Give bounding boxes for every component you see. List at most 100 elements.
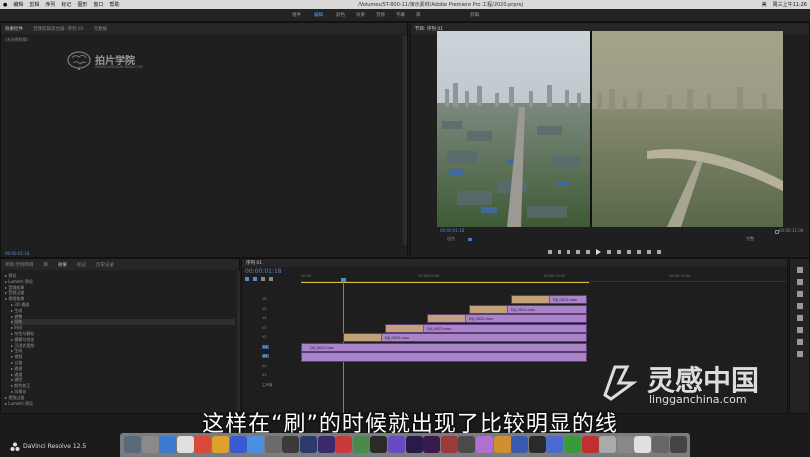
dvd-icon[interactable] [458,436,476,453]
tab-project[interactable]: 项目:示例项目 [5,262,34,268]
play-icon[interactable] [596,249,601,255]
notes-icon[interactable] [528,436,546,453]
add-marker-icon[interactable] [548,250,552,254]
finder-icon[interactable] [124,436,141,453]
keynote-icon[interactable] [493,436,511,453]
step-forward-icon[interactable] [607,250,611,254]
tab-metadata[interactable]: 元数据 [94,26,108,32]
text-tool-icon[interactable] [797,351,803,357]
slip-tool-icon[interactable] [797,315,803,321]
download-icon[interactable] [634,436,652,453]
launchpad-icon[interactable] [141,436,159,453]
tab-libraries[interactable]: 库 [44,262,49,268]
transition-effect[interactable] [470,305,508,313]
track-header[interactable]: A2 [262,364,267,368]
resolve-app-label[interactable]: DaVinci Resolve 12.5 [0,437,110,457]
hand-tool-icon[interactable] [797,339,803,345]
workspace-tab-assembly[interactable]: 组件 [292,12,301,18]
workspace-tab-editing[interactable]: 编辑 [314,12,323,18]
workspace-tab-captions[interactable]: 字幕 [396,12,405,18]
trash-icon[interactable] [652,436,669,453]
safari-icon[interactable] [159,436,177,453]
track-header[interactable]: A1 [262,354,269,358]
tab-effects[interactable]: 效果 [58,262,67,268]
tab-audio-mixer[interactable]: 音频剪辑混合器: 序列 01 [33,26,84,32]
step-back-icon[interactable] [586,250,590,254]
menu-graphics[interactable]: 图形 [77,1,87,8]
effects-tree-item[interactable]: ▸ Lumetri 预设 [5,401,33,407]
snap-icon[interactable] [245,277,249,281]
selection-tool-icon[interactable] [797,267,803,273]
compare-view-icon[interactable] [657,250,661,254]
linked-selection-icon[interactable] [253,277,257,281]
track-header[interactable]: V2 [262,335,267,339]
davinci-icon[interactable] [476,436,493,453]
folder-icon[interactable] [616,436,634,453]
calendar-icon[interactable] [176,436,194,453]
menu-edit[interactable]: 编辑 [13,1,23,8]
archive-icon[interactable] [599,436,617,453]
input-language[interactable]: 美 [762,1,767,8]
appstore-icon[interactable] [247,436,265,453]
tab-markers[interactable]: 标记 [77,262,86,268]
clapper-icon[interactable] [440,436,458,453]
track-header[interactable]: V5 [262,307,267,311]
wrench-timeline-icon[interactable] [269,277,273,281]
playhead-handle[interactable] [341,278,346,282]
workspace-tab-libraries[interactable]: 库 [416,12,421,18]
transition-effect[interactable] [428,315,466,322]
export-frame-icon[interactable] [647,250,651,254]
mark-out-icon[interactable] [567,250,570,254]
photobooth-icon[interactable] [335,436,353,453]
go-to-out-icon[interactable] [617,250,621,254]
menu-sequence[interactable]: 序列 [45,1,55,8]
word-icon[interactable] [511,436,529,453]
track-select-tool-icon[interactable] [797,279,803,285]
tab-history[interactable]: 历史记录 [96,262,114,268]
tab-sequence-01[interactable]: 序列 01 [246,260,262,266]
preview-icon[interactable] [546,436,564,453]
timeline-clip[interactable]: DJI_0022.mov [511,295,587,304]
extract-icon[interactable] [637,250,641,254]
timeline-ruler[interactable]: 00:00 00:00:05:00 00:00:10:00 00:00:15:0… [301,272,787,282]
effect-controls-timecode[interactable]: 00:00:01:18 [5,251,29,256]
excel-icon[interactable] [564,436,581,453]
timeline-timecode[interactable]: 00:00:01:18 [245,268,282,275]
tab-effect-controls[interactable]: 效果控件 [5,26,23,32]
photoshop-icon[interactable] [388,436,405,453]
program-timecode-in[interactable]: 00:00:01:18 [440,228,464,233]
program-fit-dropdown[interactable]: 适合 [447,236,455,242]
workspace-tab-audio[interactable]: 音频 [376,12,385,18]
lift-icon[interactable] [627,250,631,254]
aftereffects-icon[interactable] [423,436,441,453]
timeline-clip[interactable]: DJI_0022.mov [343,333,587,342]
wrench-icon[interactable] [775,230,779,234]
effect-controls-scrollbar[interactable] [403,35,407,245]
timeline-clip[interactable]: DJI_0022.mov [301,342,587,352]
timeline-clip[interactable]: DJI_0022.mov [469,304,587,314]
mark-in-icon[interactable] [558,250,561,254]
timeline-clip[interactable] [301,352,587,362]
premiere-icon[interactable] [405,436,423,453]
menu-clip[interactable]: 剪辑 [29,1,39,8]
workspace-tab-effects[interactable]: 效果 [356,12,365,18]
work-area-bar[interactable] [301,282,589,283]
app-icon[interactable] [669,436,687,453]
menu-window[interactable]: 窗口 [93,1,103,8]
add-marker-timeline-icon[interactable] [261,277,265,281]
pen-tool-icon[interactable] [797,327,803,333]
transition-effect[interactable] [344,334,382,341]
mail-icon[interactable] [229,436,247,453]
monitor-icon[interactable] [300,436,317,453]
settings-icon[interactable] [264,436,282,453]
sketch-icon[interactable] [317,436,335,453]
chrome-icon[interactable] [194,436,212,453]
powerpoint-icon[interactable] [581,436,599,453]
project-scrollbar[interactable] [237,271,240,411]
numbers-icon[interactable] [352,436,370,453]
track-header[interactable]: V6 [262,297,267,301]
track-header[interactable]: 主声道 [262,383,273,388]
ripple-edit-tool-icon[interactable] [797,291,803,297]
program-quality-dropdown[interactable]: 完整 [746,236,754,242]
playhead-marker-icon[interactable] [468,238,472,241]
